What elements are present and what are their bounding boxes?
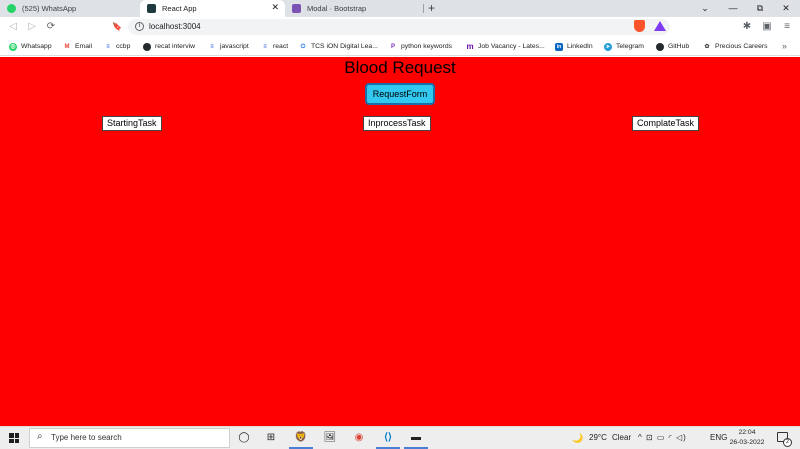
bookmark-label: Job Vacancy - Lates... xyxy=(478,43,545,50)
tab-whatsapp[interactable]: (525) WhatsApp xyxy=(0,0,140,17)
bookmark-label: react xyxy=(273,43,289,50)
extensions-icon[interactable]: ✱ xyxy=(740,20,754,34)
forward-button[interactable]: ▷ xyxy=(24,19,40,35)
close-window-button[interactable]: ✕ xyxy=(772,0,800,17)
address-bar[interactable]: i localhost:3004 xyxy=(128,19,670,35)
bookmark-recat-interviw[interactable]: recat interviw xyxy=(143,38,195,55)
bookmark-telegram[interactable]: ➤ Telegram xyxy=(604,38,644,55)
bookmark-label: Whatsapp xyxy=(21,43,52,50)
search-placeholder: Type here to search xyxy=(51,433,122,442)
clock-date: 26-03-2022 xyxy=(729,439,765,446)
moon-weather-icon[interactable]: 🌙 xyxy=(572,427,583,449)
starting-task-button[interactable]: StartingTask xyxy=(102,116,162,131)
system-tray-icons[interactable]: ^ ⊡ ▭ ◜ ◁) xyxy=(638,427,687,449)
bookmark-job-vacancy[interactable]: m Job Vacancy - Lates... xyxy=(466,38,545,55)
ccbp-icon: ≡ xyxy=(104,42,112,51)
gmail-icon: M xyxy=(63,42,71,51)
chrome-icon[interactable]: ◉ xyxy=(351,430,367,446)
windows-taskbar: ⌕ Type here to search ◯ ⊞ 🦁 🖼 ◉ ⟨⟩ ▬ 🌙 2… xyxy=(0,426,800,449)
request-form-button[interactable]: RequestForm xyxy=(365,83,435,105)
terminal-icon[interactable]: ▬ xyxy=(408,430,424,446)
weather-condition[interactable]: Clear xyxy=(612,427,631,449)
tab-strip: (525) WhatsApp React App ✕ Modal · Boots… xyxy=(0,0,800,17)
tab-title: React App xyxy=(162,4,197,13)
search-icon: ⌕ xyxy=(37,431,43,442)
wallet-icon[interactable]: ▣ xyxy=(760,20,774,34)
page-title: Blood Request xyxy=(344,58,456,77)
bookmark-email[interactable]: M Email xyxy=(63,38,92,55)
page-viewport: Blood Request RequestForm StartingTask I… xyxy=(0,57,800,426)
bookmark-label: GitHub xyxy=(668,43,690,50)
bookmark-label: javascript xyxy=(220,43,249,50)
tab-react-app[interactable]: React App ✕ xyxy=(140,0,285,17)
restore-button[interactable]: ⧉ xyxy=(746,0,774,17)
bookmark-ccbp[interactable]: ≡ ccbp xyxy=(104,38,130,55)
bookmark-label: TCS iON Digital Lea... xyxy=(311,43,378,50)
bookmark-label: Telegram xyxy=(616,43,644,50)
react-app-icon xyxy=(147,4,156,13)
url-text[interactable]: localhost:3004 xyxy=(149,19,201,35)
clock[interactable]: 22:04 26-03-2022 xyxy=(728,428,766,448)
tab-title: (525) WhatsApp xyxy=(22,4,77,13)
tab-title: Modal · Bootstrap xyxy=(307,4,367,13)
bookmark-tcs-ion[interactable]: ⏻ TCS iON Digital Lea... xyxy=(299,38,378,55)
bookmark-label: LinkedIn xyxy=(567,43,593,50)
reload-button[interactable]: ⟳ xyxy=(43,19,59,35)
careers-icon: ✿ xyxy=(703,42,711,51)
ccbp-icon: ≡ xyxy=(261,42,269,51)
site-info-icon[interactable]: i xyxy=(135,22,144,31)
taskbar-search-input[interactable]: ⌕ Type here to search xyxy=(29,428,230,448)
weather-temperature[interactable]: 29°C xyxy=(589,427,607,449)
bookmarks-overflow-button[interactable]: » xyxy=(782,38,787,55)
inprocess-task-button[interactable]: InprocessTask xyxy=(363,116,431,131)
jobs-icon: m xyxy=(466,41,474,51)
back-button[interactable]: ◁ xyxy=(5,19,21,35)
bookmark-label: Email xyxy=(75,43,92,50)
clock-time: 22:04 xyxy=(738,429,756,436)
python-icon: P xyxy=(389,42,397,51)
telegram-icon: ➤ xyxy=(604,42,612,51)
bootstrap-icon xyxy=(292,4,301,13)
bookmark-label: python keywords xyxy=(401,43,453,50)
tab-divider xyxy=(423,4,424,13)
brave-rewards-icon[interactable] xyxy=(654,21,666,31)
brave-shields-icon[interactable] xyxy=(634,20,645,32)
ccbp-icon: ≡ xyxy=(208,42,216,51)
widgets-icon[interactable]: ⊞ xyxy=(263,430,279,446)
tab-list-icon[interactable]: ⌄ xyxy=(691,0,719,17)
notification-badge: 2 xyxy=(783,438,792,447)
language-indicator[interactable]: ENG xyxy=(710,427,727,449)
bookmark-icon[interactable]: 🔖 xyxy=(109,19,125,35)
whatsapp-icon: ◎ xyxy=(9,42,17,51)
close-tab-icon[interactable]: ✕ xyxy=(271,2,279,13)
windows-start-icon[interactable] xyxy=(9,433,19,443)
bookmark-label: ccbp xyxy=(116,43,131,50)
github-icon xyxy=(656,42,664,51)
task-view-icon[interactable]: ◯ xyxy=(236,430,252,446)
bookmarks-bar: ◎ Whatsapp M Email ≡ ccbp recat interviw… xyxy=(0,38,800,56)
bookmark-github[interactable]: GitHub xyxy=(656,38,689,55)
github-icon xyxy=(143,42,151,51)
tab-bootstrap[interactable]: Modal · Bootstrap xyxy=(285,0,423,17)
tcs-icon: ⏻ xyxy=(299,42,307,51)
minimize-button[interactable]: — xyxy=(719,0,747,17)
bookmark-react[interactable]: ≡ react xyxy=(261,38,288,55)
menu-icon[interactable]: ≡ xyxy=(780,20,794,34)
bookmark-label: recat interviw xyxy=(155,43,196,50)
bookmark-python-keywords[interactable]: P python keywords xyxy=(389,38,452,55)
vscode-icon[interactable]: ⟨⟩ xyxy=(380,430,396,446)
brave-icon[interactable]: 🦁 xyxy=(293,430,309,446)
whatsapp-icon xyxy=(7,4,16,13)
bookmark-linkedin[interactable]: in LinkedIn xyxy=(555,38,593,55)
new-tab-button[interactable]: + xyxy=(428,0,435,17)
browser-toolbar: ◁ ▷ ⟳ 🔖 i localhost:3004 xyxy=(0,17,800,38)
complate-task-button[interactable]: ComplateTask xyxy=(632,116,700,131)
linkedin-icon: in xyxy=(555,42,563,51)
bookmark-javascript[interactable]: ≡ javascript xyxy=(208,38,249,55)
bookmark-whatsapp[interactable]: ◎ Whatsapp xyxy=(9,38,52,55)
photos-icon[interactable]: 🖼 xyxy=(322,430,338,446)
bookmark-label: Precious Careers xyxy=(715,43,768,50)
bookmark-precious-careers[interactable]: ✿ Precious Careers xyxy=(703,38,768,55)
